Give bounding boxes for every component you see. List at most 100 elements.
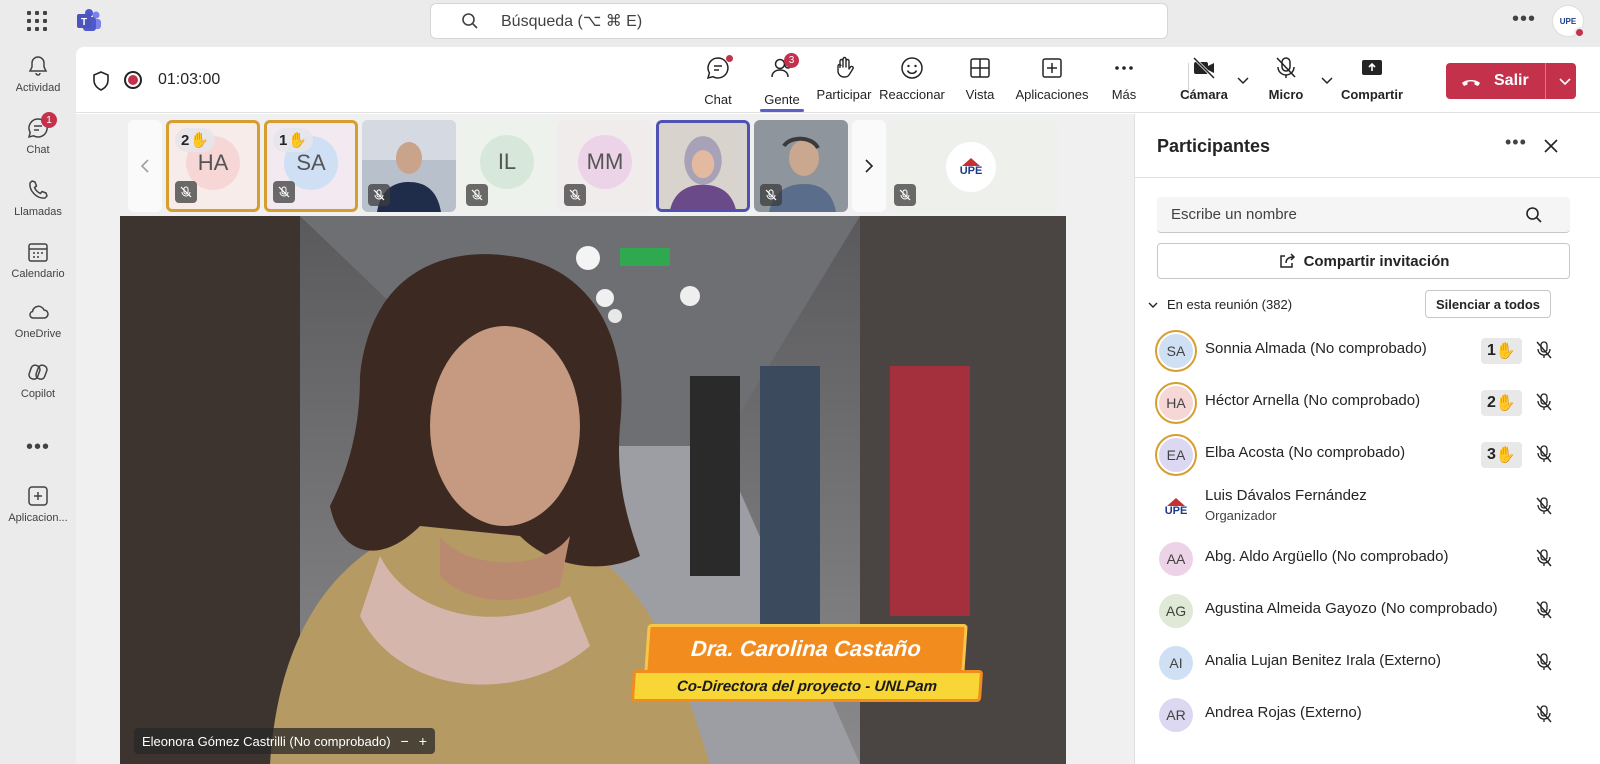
lower-third-role: Co-Directora del proyecto - UNLPam xyxy=(630,670,984,702)
in-meeting-section-toggle[interactable]: En esta reunión (382) xyxy=(1147,297,1292,312)
hang-up-icon xyxy=(1462,80,1480,86)
participant-tile-organizer[interactable]: UPE xyxy=(888,120,1058,212)
participant-name: Héctor Arnella (No comprobado) xyxy=(1205,392,1421,409)
leave-button[interactable]: Salir xyxy=(1446,63,1576,99)
global-search-bar[interactable]: Búsqueda (⌥ ⌘ E) xyxy=(430,3,1168,39)
participant-video-tile[interactable] xyxy=(754,120,848,212)
avatar-initials: SA xyxy=(1159,334,1193,368)
more-options-icon[interactable]: ••• xyxy=(1512,8,1536,31)
participant-tile[interactable]: HA 2 ✋ xyxy=(166,120,260,212)
mic-off-icon[interactable] xyxy=(1534,600,1554,620)
shield-icon[interactable] xyxy=(92,71,110,91)
camera-off-icon xyxy=(1192,56,1216,80)
zoom-out-icon[interactable]: − xyxy=(401,733,409,749)
camera-options-chevron-icon[interactable] xyxy=(1236,73,1250,87)
participant-search-input[interactable] xyxy=(1171,206,1511,223)
mic-off-icon xyxy=(466,184,488,206)
participant-tile[interactable]: IL xyxy=(460,120,554,212)
participant-list: SA Sonnia Almada (No comprobado) 1 ✋ HA H… xyxy=(1135,324,1600,740)
participant-search[interactable] xyxy=(1157,197,1570,233)
lower-third-name: Dra. Carolina Castaño xyxy=(644,624,968,674)
raise-order: 2 xyxy=(1487,394,1496,411)
raised-hand-badge: 1 ✋ xyxy=(273,128,314,152)
mic-button[interactable]: Micro xyxy=(1266,55,1306,107)
gallery-next-button[interactable] xyxy=(852,120,886,212)
participant-name: Elba Acosta (No comprobado) xyxy=(1205,444,1406,461)
rail-item-copilot[interactable]: Copilot xyxy=(0,360,76,416)
zoom-in-icon[interactable]: + xyxy=(419,733,427,749)
gallery-prev-button[interactable] xyxy=(128,120,162,212)
leave-options-chevron-icon[interactable] xyxy=(1558,74,1572,88)
share-icon xyxy=(1279,253,1295,268)
participant-row-organizer[interactable]: UPE Luis Dávalos Fernández Organizador xyxy=(1135,480,1600,532)
recording-icon[interactable] xyxy=(124,71,142,89)
raised-hand-badge: 2 ✋ xyxy=(175,128,216,152)
mic-off-icon xyxy=(760,184,782,206)
view-button[interactable]: Vista xyxy=(960,55,1000,107)
rail-item-apps[interactable]: Aplicacion... xyxy=(0,484,76,540)
apps-button[interactable]: Aplicaciones xyxy=(1014,55,1090,107)
participant-row[interactable]: SA Sonnia Almada (No comprobado) 1 ✋ xyxy=(1135,324,1600,376)
mic-off-icon[interactable] xyxy=(1534,340,1554,360)
chat-unread-badge: 1 xyxy=(41,112,57,128)
user-avatar[interactable]: UPE xyxy=(1552,5,1585,38)
participant-video-tile-speaking[interactable] xyxy=(656,120,750,212)
mic-off-icon[interactable] xyxy=(1534,704,1554,724)
speaker-name: Eleonora Gómez Castrilli (No comprobado) xyxy=(142,733,391,749)
rail-item-calls[interactable]: Llamadas xyxy=(0,178,76,234)
participant-name: Agustina Almeida Gayozo (No comprobado) xyxy=(1205,600,1498,617)
chevron-right-icon xyxy=(865,159,874,173)
participant-tile[interactable]: MM xyxy=(558,120,652,212)
main-video-feed[interactable]: Dra. Carolina Castaño Co-Directora del p… xyxy=(120,216,1066,764)
mute-all-button[interactable]: Silenciar a todos xyxy=(1425,290,1552,318)
hand-icon: ✋ xyxy=(288,132,308,149)
rail-item-onedrive[interactable]: OneDrive xyxy=(0,300,76,356)
phone-icon xyxy=(29,180,48,199)
panel-more-options-icon[interactable]: ••• xyxy=(1505,132,1527,153)
chevron-down-icon xyxy=(1148,302,1158,308)
participant-row[interactable]: AR Andrea Rojas (Externo) xyxy=(1135,688,1600,740)
apps-label: Aplicaciones xyxy=(1015,87,1089,102)
participant-video-tile[interactable] xyxy=(362,120,456,212)
rail-item-calendar[interactable]: Calendario xyxy=(0,240,76,296)
react-button[interactable]: Reaccionar xyxy=(879,55,945,107)
panel-title: Participantes xyxy=(1157,136,1271,156)
mic-off-icon[interactable] xyxy=(1534,652,1554,672)
participant-row[interactable]: AA Abg. Aldo Argüello (No comprobado) xyxy=(1135,532,1600,584)
participant-row[interactable]: AI Analia Lujan Benitez Irala (Externo) xyxy=(1135,636,1600,688)
participant-row[interactable]: EA Elba Acosta (No comprobado) 3 ✋ xyxy=(1135,428,1600,480)
share-button[interactable]: Compartir xyxy=(1340,55,1404,107)
avatar-initials: AI xyxy=(1159,646,1193,680)
meeting-stage: HA 2 ✋ SA 1 ✋ IL MM UPE Dra. Carolina Ca… xyxy=(76,114,1134,764)
raise-hand-button[interactable]: Participar xyxy=(816,55,872,107)
raise-order: 3 xyxy=(1487,446,1496,463)
teams-logo-icon[interactable]: T xyxy=(76,8,102,34)
people-button-label: Gente xyxy=(764,92,800,107)
cloud-icon xyxy=(29,305,49,319)
mic-off-icon[interactable] xyxy=(1534,392,1554,412)
avatar: AR xyxy=(1155,694,1197,736)
rail-item-chat[interactable]: 1 Chat xyxy=(0,112,76,172)
chat-button[interactable]: Chat xyxy=(696,55,740,107)
participant-row[interactable]: HA Héctor Arnella (No comprobado) 2 ✋ xyxy=(1135,376,1600,428)
mic-off-icon[interactable] xyxy=(1534,444,1554,464)
more-button[interactable]: Más xyxy=(1110,55,1138,107)
mic-options-chevron-icon[interactable] xyxy=(1320,73,1334,87)
close-icon[interactable] xyxy=(1543,138,1559,154)
camera-button[interactable]: Cámara xyxy=(1180,55,1228,107)
mic-off-icon[interactable] xyxy=(1534,548,1554,568)
participant-tile[interactable]: SA 1 ✋ xyxy=(264,120,358,212)
mic-off-icon[interactable] xyxy=(1534,496,1554,516)
people-button[interactable]: 3 Gente xyxy=(760,53,804,112)
rail-label: Copilot xyxy=(20,388,56,400)
more-apps-icon[interactable]: ••• xyxy=(0,436,76,459)
share-invite-button[interactable]: Compartir invitación xyxy=(1157,243,1570,279)
rail-item-activity[interactable]: Actividad xyxy=(0,54,76,110)
section-label: En esta reunión (382) xyxy=(1167,297,1293,312)
app-launcher-icon[interactable] xyxy=(27,11,47,31)
participant-row[interactable]: AG Agustina Almeida Gayozo (No comprobad… xyxy=(1135,584,1600,636)
share-label: Compartir xyxy=(1340,87,1404,102)
mic-off-icon xyxy=(564,184,586,206)
search-icon xyxy=(1526,206,1542,223)
bell-icon xyxy=(28,56,48,76)
